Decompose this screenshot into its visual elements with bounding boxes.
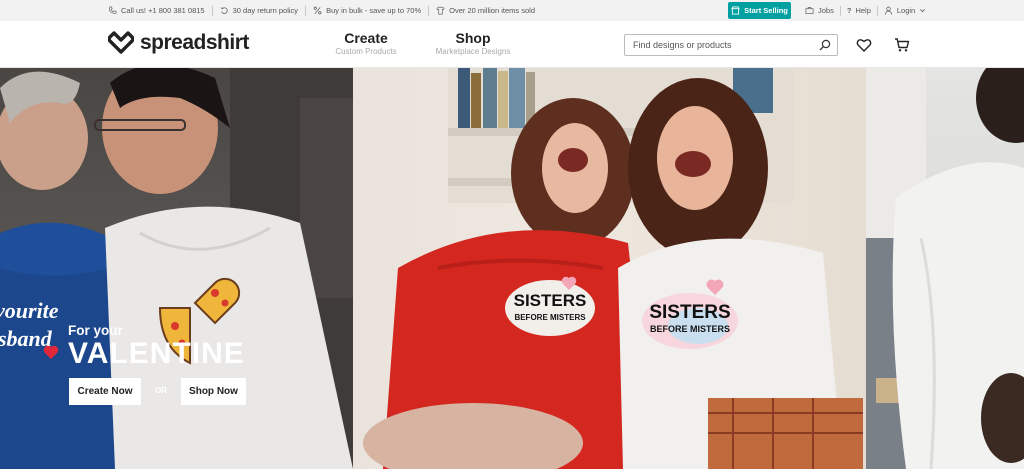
search-input[interactable] [633, 40, 819, 50]
sweater-illustration [866, 68, 1024, 469]
left-shirt-text-1: SISTERS [514, 291, 587, 310]
sold-text: Over 20 million items sold [449, 5, 535, 15]
hero-photo-sisters[interactable]: SISTERS BEFORE MISTERS SISTERS BEFORE MI… [353, 68, 866, 469]
brand-logo[interactable]: spreadshirt [108, 31, 249, 55]
phone-icon [108, 6, 117, 14]
help-icon: ? [846, 5, 852, 15]
nav-create-sub: Custom Products [335, 47, 397, 56]
phone-info: Call us! +1 800 381 0815 [108, 5, 213, 16]
heart-logo-icon [108, 31, 134, 54]
account-links: Start Selling Jobs ? Help Login [728, 2, 932, 19]
shop-now-button[interactable]: Shop Now [181, 378, 246, 405]
main-header: spreadshirt Create Custom Products Shop … [0, 21, 1024, 68]
nav-create[interactable]: Create Custom Products [335, 30, 397, 56]
service-info: Call us! +1 800 381 0815 30 day return p… [108, 0, 542, 21]
hoodie-text-line-1: vourite [0, 298, 59, 323]
chevron-down-icon [920, 9, 926, 13]
jobs-label: Jobs [818, 5, 834, 15]
left-shirt-text-2: BEFORE MISTERS [514, 313, 586, 322]
top-utility-bar: Call us! +1 800 381 0815 30 day return p… [0, 0, 1024, 21]
start-selling-label: Start Selling [744, 6, 788, 15]
valentine-overlay: For your VALENTINE [68, 323, 245, 370]
nav-shop[interactable]: Shop Marketplace Designs [434, 30, 512, 56]
bulk-text: Buy in bulk - save up to 70% [326, 5, 422, 15]
hero-photo-sweater[interactable] [866, 68, 1024, 469]
login-label: Login [896, 5, 916, 15]
right-shirt-text-1: SISTERS [649, 302, 730, 323]
tagline-big: VALENTINE [68, 337, 245, 370]
store-icon [731, 6, 740, 15]
cart-icon[interactable] [894, 37, 910, 53]
briefcase-icon [805, 6, 814, 15]
search-icon[interactable] [819, 39, 831, 51]
couple-illustration: vourite sband [0, 68, 353, 469]
login-link[interactable]: Login [878, 6, 932, 16]
right-shirt-text-2: BEFORE MISTERS [650, 324, 730, 334]
shirt-icon [436, 6, 445, 15]
return-arrow-icon [220, 7, 228, 14]
sisters-illustration: SISTERS BEFORE MISTERS SISTERS BEFORE MI… [363, 68, 863, 469]
phone-text: Call us! +1 800 381 0815 [121, 5, 205, 15]
help-label: Help [855, 5, 871, 15]
user-icon [884, 6, 892, 15]
returns-info: 30 day return policy [213, 5, 307, 16]
heart-icon[interactable] [856, 37, 872, 53]
brand-name: spreadshirt [140, 31, 249, 54]
percent-icon [313, 6, 322, 15]
hero-banner: vourite sband For your VALENTINE Create … [0, 68, 1024, 469]
start-selling-button[interactable]: Start Selling [728, 2, 791, 19]
tagline-small: For your [68, 323, 123, 338]
returns-text: 30 day return policy [232, 5, 299, 15]
nav-shop-sub: Marketplace Designs [435, 47, 511, 56]
bulk-info: Buy in bulk - save up to 70% [306, 5, 430, 16]
or-divider: OR [155, 386, 167, 395]
sold-info: Over 20 million items sold [429, 6, 542, 16]
search-box [624, 34, 838, 56]
hero-photo-couple[interactable]: vourite sband For your VALENTINE Create … [0, 68, 353, 469]
help-link[interactable]: ? Help [841, 5, 878, 16]
create-now-button[interactable]: Create Now [69, 378, 141, 405]
nav-shop-label: Shop [455, 30, 491, 46]
jobs-link[interactable]: Jobs [799, 5, 841, 16]
nav-create-label: Create [344, 30, 388, 46]
